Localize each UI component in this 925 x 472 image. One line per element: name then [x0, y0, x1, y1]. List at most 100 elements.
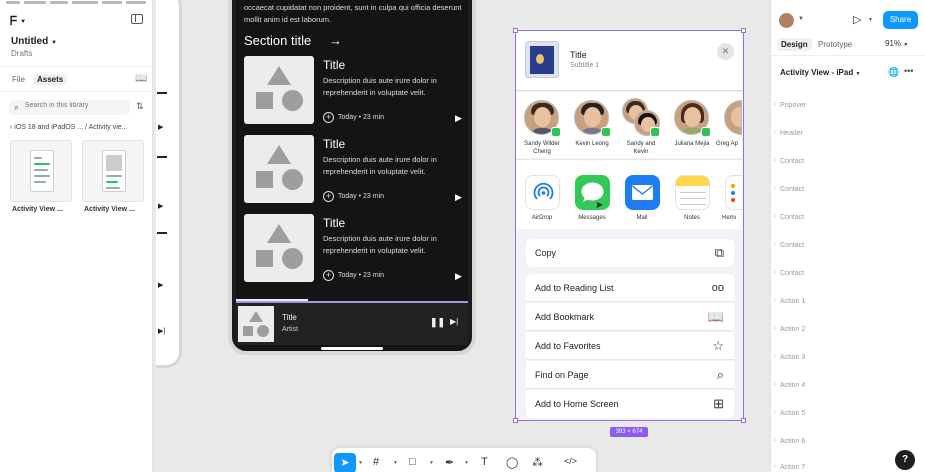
messages-badge-icon: [650, 127, 660, 137]
share-sheet-header: Title Subtitle 1 ✕: [516, 31, 742, 91]
person-name: Kevin Leong: [575, 141, 609, 147]
home-indicator: [321, 347, 383, 350]
action-label: Add to Home Screen: [535, 399, 619, 409]
breadcrumb[interactable]: ‹ iOS 18 and iPadOS ... / Activity vie..…: [10, 124, 128, 131]
filter-icon[interactable]: ⇅: [136, 101, 144, 112]
frame-mark: [157, 156, 167, 158]
chevron-down-icon[interactable]: ▼: [393, 460, 398, 466]
avatar[interactable]: [724, 100, 742, 135]
share-button[interactable]: Share: [883, 11, 918, 29]
user-avatar[interactable]: [779, 13, 794, 28]
copy-icon: ⧉: [714, 245, 724, 260]
sidebar-toggle-icon[interactable]: [131, 14, 143, 24]
chevron-down-icon[interactable]: ▼: [868, 17, 873, 23]
card-title: Title: [323, 58, 346, 72]
pause-icon[interactable]: ❚❚: [430, 317, 445, 328]
file-name[interactable]: Untitled ▼: [11, 36, 57, 47]
move-tool-icon[interactable]: ➤: [334, 453, 356, 472]
resize-handle[interactable]: [741, 418, 746, 423]
card-title: Title: [323, 216, 346, 230]
app-label: AirDrop: [531, 215, 553, 221]
add-bookmark-action[interactable]: Add Bookmark 📖: [526, 303, 734, 331]
resize-handle[interactable]: [741, 28, 746, 33]
add-circle-icon[interactable]: +: [323, 270, 334, 281]
resize-handle[interactable]: [513, 28, 518, 33]
main-menu[interactable]: ᖴ ▼: [10, 14, 26, 29]
plus-square-icon: ⊞: [713, 396, 724, 411]
globe-icon[interactable]: 🌐: [888, 67, 899, 78]
section-title: Section title: [244, 33, 312, 48]
notes-icon[interactable]: [675, 175, 710, 210]
components-tool-icon[interactable]: ⁂: [532, 456, 543, 469]
library-book-icon[interactable]: 📖: [135, 73, 147, 84]
share-preview-thumbnail: [525, 41, 559, 78]
add-to-home-screen-action[interactable]: Add to Home Screen ⊞: [526, 390, 734, 418]
asset-thumbnail[interactable]: [82, 140, 144, 202]
share-sheet[interactable]: Title Subtitle 1 ✕ Sandy Wilder Cheng Ke…: [513, 28, 746, 423]
add-to-favorites-action[interactable]: Add to Favorites ☆: [526, 332, 734, 360]
resize-handle[interactable]: [513, 418, 518, 423]
card-image: [244, 56, 314, 124]
figma-logo-icon: ᖴ: [10, 14, 18, 28]
chevron-down-icon[interactable]: ▼: [358, 460, 363, 466]
reminders-icon[interactable]: [725, 175, 742, 210]
help-button[interactable]: ?: [895, 450, 915, 470]
mini-player-artwork: [238, 306, 274, 342]
chevron-down-icon[interactable]: ▼: [464, 460, 469, 466]
person-name: Juliana Mejia: [674, 141, 710, 147]
text-tool-icon[interactable]: T: [481, 456, 488, 468]
right-panel: ▼ ▷ ▼ Share Design Prototype 91% ▼ Activ…: [770, 0, 925, 472]
card-description: Description duis aute irure dolor in rep…: [323, 234, 437, 255]
share-title: Title: [570, 50, 587, 60]
action-label: Add to Reading List: [535, 283, 614, 293]
card-title: Title: [323, 137, 346, 151]
tab-prototype[interactable]: Prototype: [814, 38, 856, 51]
left-tabs: File Assets: [0, 66, 153, 92]
intro-text: occaecat cupidatat non proident, sunt in…: [244, 3, 462, 24]
present-play-icon[interactable]: ▷: [853, 13, 861, 26]
messages-icon[interactable]: [575, 175, 610, 210]
tab-assets[interactable]: Assets: [33, 74, 68, 85]
frame-mark: [157, 232, 167, 234]
zoom-level[interactable]: 91% ▼: [885, 39, 908, 48]
chevron-down-icon[interactable]: ▼: [429, 460, 434, 466]
skip-icon: ▶|: [158, 328, 166, 335]
skip-forward-icon[interactable]: ▶|: [450, 317, 458, 326]
dev-mode-icon[interactable]: </>: [564, 456, 577, 466]
find-on-page-action[interactable]: Find on Page ⌕: [526, 361, 734, 389]
frame-partial[interactable]: [156, 0, 182, 368]
add-circle-icon[interactable]: +: [323, 112, 334, 123]
phone-frame[interactable]: occaecat cupidatat non proident, sunt in…: [228, 0, 476, 355]
mail-icon[interactable]: [625, 175, 660, 210]
airdrop-icon[interactable]: [525, 175, 560, 210]
tab-design[interactable]: Design: [777, 38, 812, 51]
tab-file[interactable]: File: [8, 74, 29, 85]
pen-tool-icon[interactable]: ✒: [445, 456, 454, 469]
copy-action[interactable]: Copy ⧉: [526, 239, 734, 267]
rectangle-tool-icon[interactable]: □: [409, 456, 416, 468]
left-panel: ᖴ ▼ Untitled ▼ Drafts File Assets 📖 ⌕ ⇅ …: [0, 0, 153, 472]
action-label: Add Bookmark: [535, 312, 595, 322]
app-label: Notes: [684, 215, 700, 221]
frame-tool-icon[interactable]: #: [373, 456, 379, 468]
app-label: Mail: [636, 215, 648, 221]
asset-label: Activity View ...: [84, 206, 135, 213]
dimensions-badge: 393 × 674: [610, 427, 648, 437]
phone-screen: occaecat cupidatat non proident, sunt in…: [236, 0, 468, 351]
comment-tool-icon[interactable]: ◯: [506, 456, 518, 469]
play-icon[interactable]: ▶: [455, 113, 462, 124]
add-to-reading-list-action[interactable]: Add to Reading List oo: [526, 274, 734, 302]
more-icon[interactable]: •••: [904, 66, 913, 76]
arrow-right-icon[interactable]: →: [329, 33, 342, 48]
add-circle-icon[interactable]: +: [323, 191, 334, 202]
play-icon[interactable]: ▶: [455, 192, 462, 203]
chevron-down-icon[interactable]: ▼: [798, 16, 804, 22]
mini-player-title: Title: [282, 313, 297, 322]
play-icon[interactable]: ▶: [455, 271, 462, 282]
card-meta: + Today • 23 min: [323, 112, 384, 123]
apps-row: AirDrop Messages ➤ Mail Notes Remi: [516, 159, 742, 229]
component-name[interactable]: Activity View - iPad ▼: [780, 68, 860, 77]
search-input[interactable]: [25, 102, 125, 109]
asset-thumbnail[interactable]: [10, 140, 72, 202]
close-icon[interactable]: ✕: [717, 43, 734, 60]
